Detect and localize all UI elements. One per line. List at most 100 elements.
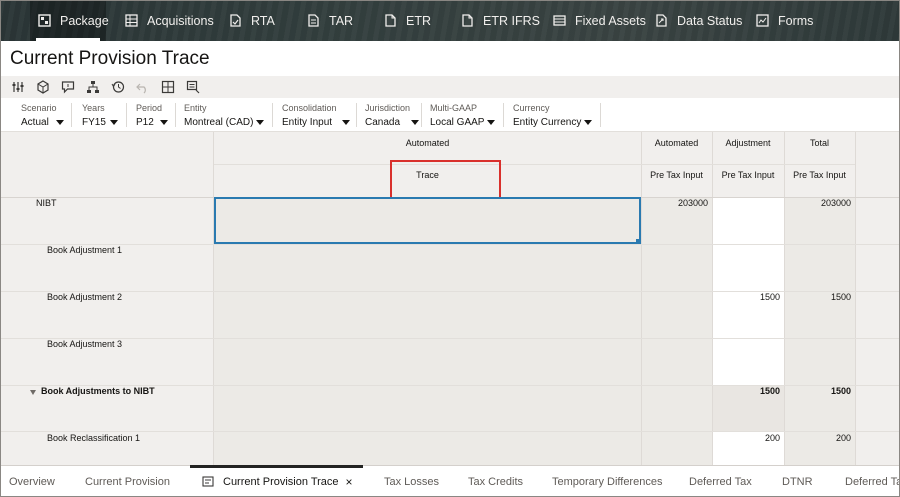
divider — [126, 103, 127, 127]
grid-cell[interactable]: 203000 — [641, 198, 712, 208]
chevron-down-icon — [160, 120, 168, 125]
automated-column — [641, 197, 712, 432]
pov-currency[interactable]: Currency Entity Currency — [513, 103, 599, 130]
divider — [421, 103, 422, 127]
divider — [600, 103, 601, 127]
selected-trace-cell[interactable] — [214, 197, 641, 244]
column-header: Adjustment — [725, 138, 771, 148]
chevron-down-icon — [411, 120, 419, 125]
pov-entity[interactable]: Entity Montreal (CAD) — [184, 103, 268, 130]
pov-jurisdiction[interactable]: Jurisdiction Canada — [365, 103, 421, 130]
document-check-icon — [229, 14, 242, 27]
tab-current-provision[interactable]: Current Provision — [85, 466, 170, 497]
row-label: Book Adjustment 2 — [47, 292, 123, 302]
undo-icon[interactable] — [136, 80, 150, 94]
chevron-down-icon — [342, 120, 350, 125]
nav-item-fixed-assets[interactable]: Fixed Assets — [553, 0, 646, 41]
nav-item-rta[interactable]: RTA — [229, 0, 275, 41]
nav-item-package[interactable]: Package — [30, 0, 109, 41]
history-icon[interactable] — [111, 80, 125, 94]
grid-layout-icon[interactable] — [161, 80, 175, 94]
row-label: Book Reclassification 1 — [47, 433, 141, 443]
nav-item-acquisitions[interactable]: Acquisitions — [125, 0, 214, 41]
chevron-down-icon — [487, 120, 495, 125]
grid-cell[interactable]: 1500 — [712, 386, 784, 396]
nav-item-etr-ifrs[interactable]: ETR IFRS — [461, 0, 540, 41]
nav-item-data-status[interactable]: Data Status — [655, 0, 742, 41]
document-icon — [461, 14, 474, 27]
chevron-down-icon — [584, 120, 592, 125]
form-grid-icon — [202, 476, 214, 488]
tab-label: Temporary Differences — [552, 476, 663, 488]
pov-bar: Scenario Actual Years FY15 Period P12 En… — [0, 99, 900, 132]
pov-label: Years — [82, 103, 105, 113]
divider — [272, 103, 273, 127]
trace-column — [214, 432, 641, 465]
divider — [855, 432, 856, 465]
divider — [0, 244, 900, 245]
tab-overview[interactable]: Overview — [9, 466, 55, 497]
nav-item-label: RTA — [251, 13, 275, 28]
form-icon[interactable] — [186, 80, 200, 94]
divider — [214, 164, 855, 165]
pov-label: Scenario — [21, 103, 57, 113]
grid-cell[interactable]: 1500 — [784, 386, 855, 396]
chevron-down-icon — [110, 120, 118, 125]
row-label: Book Adjustment 3 — [47, 339, 123, 349]
grid-cell[interactable]: 200 — [712, 433, 784, 443]
toolbar — [0, 76, 900, 98]
column-header: Total — [809, 138, 829, 148]
pov-years[interactable]: Years FY15 — [82, 103, 122, 130]
document-share-icon — [655, 14, 668, 27]
pov-consolidation[interactable]: Consolidation Entity Input — [282, 103, 354, 130]
nav-item-label: Package — [60, 13, 109, 28]
selection-handle[interactable] — [636, 239, 641, 244]
pov-label: Multi-GAAP — [430, 103, 478, 113]
grid-icon — [125, 14, 138, 27]
pov-period[interactable]: Period P12 — [136, 103, 172, 130]
nav-item-label: Fixed Assets — [575, 13, 646, 28]
pov-label: Period — [136, 103, 163, 113]
tab-bar: Overview Current Provision Current Provi… — [0, 465, 900, 497]
pov-multi-gaap[interactable]: Multi-GAAP Local GAAP — [430, 103, 500, 130]
package-icon — [38, 14, 51, 27]
tab-deferred-tax-2[interactable]: Deferred Tax — [845, 466, 900, 497]
grid-cell[interactable]: 203000 — [784, 198, 855, 208]
pov-label: Currency — [513, 103, 550, 113]
column-header: Pre Tax Input — [793, 170, 846, 180]
nav-item-forms[interactable]: Forms — [756, 0, 813, 41]
tab-current-provision-trace[interactable]: Current Provision Trace × — [190, 465, 363, 497]
nav-item-label: Data Status — [677, 13, 743, 28]
tab-tax-credits[interactable]: Tax Credits — [468, 466, 523, 497]
chevron-down-icon — [256, 120, 264, 125]
pov-scenario[interactable]: Scenario Actual — [21, 103, 69, 130]
grid-cell[interactable]: 1500 — [784, 292, 855, 302]
column-header: Automated — [654, 138, 699, 148]
sliders-icon[interactable] — [11, 80, 25, 94]
grid-cell[interactable]: 200 — [784, 433, 855, 443]
tab-dtnr[interactable]: DTNR — [782, 466, 813, 497]
divider — [855, 132, 856, 432]
nav-item-etr[interactable]: ETR — [384, 0, 431, 41]
tab-label: Current Provision Trace — [223, 476, 339, 488]
tab-tax-losses[interactable]: Tax Losses — [384, 466, 439, 497]
column-header: Pre Tax Input — [721, 170, 775, 180]
grid-partial-row: Book Reclassification 1 200 200 — [0, 432, 900, 465]
grid-filler — [855, 197, 900, 432]
nav-item-label: ETR — [406, 13, 431, 28]
tab-label: Tax Losses — [384, 476, 440, 488]
nav-item-tar[interactable]: TAR — [307, 0, 353, 41]
divider — [503, 103, 504, 127]
grid-cell[interactable]: 1500 — [712, 292, 784, 302]
hierarchy-icon[interactable] — [86, 80, 100, 94]
collapse-triangle-icon[interactable] — [30, 390, 36, 395]
comment-icon[interactable] — [61, 80, 75, 94]
cube-icon[interactable] — [36, 80, 50, 94]
tab-temporary-differences[interactable]: Temporary Differences — [552, 466, 662, 497]
divider — [213, 432, 214, 465]
tab-label: Overview — [9, 476, 55, 488]
close-icon[interactable]: × — [346, 475, 353, 489]
tab-deferred-tax[interactable]: Deferred Tax — [689, 466, 752, 497]
nav-item-label: Forms — [778, 13, 814, 28]
tab-label: Deferred Tax — [689, 476, 752, 488]
